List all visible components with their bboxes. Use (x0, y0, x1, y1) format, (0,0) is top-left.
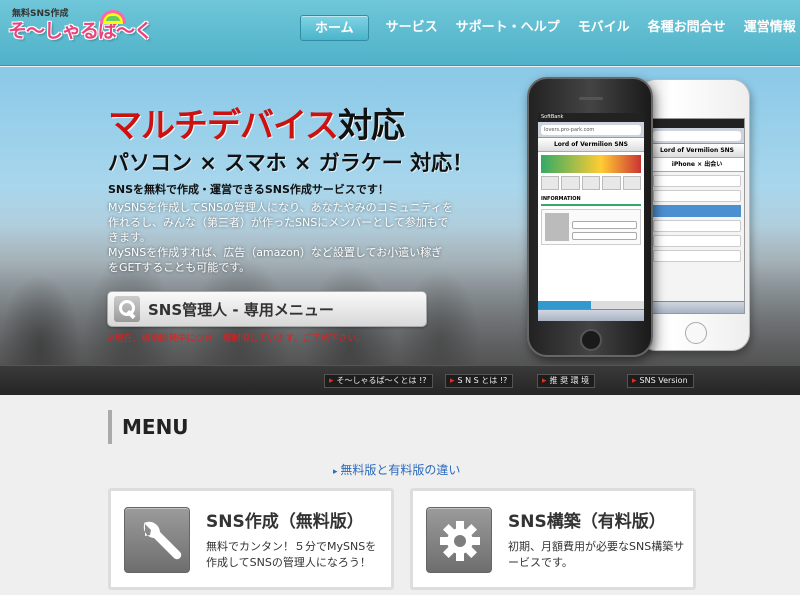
form-row (653, 235, 741, 247)
hero-title-red: マルチデバイス (108, 106, 339, 146)
nav-mobile[interactable]: モバイル (569, 15, 639, 41)
menu-heading: MENU (108, 410, 189, 444)
speaker-icon (579, 97, 603, 100)
site-header: 無料SNS作成 そ〜しゃるぱ〜く ホーム サービス サポート・ヘルプ モバイル … (0, 0, 800, 66)
form-row (653, 220, 741, 232)
logo-name: そ〜しゃるぱ〜く (8, 20, 153, 42)
info-bar: そ〜しゃるぱ〜くとは !? S N S とは !? 推 奨 環 境 SNS Ve… (0, 365, 800, 395)
compare-plans-link[interactable]: 無料版と有料版の違い (333, 461, 460, 478)
phone-toolbar (538, 309, 644, 321)
card-paid-sns[interactable]: SNS構築（有料版） 初期、月額費用が必要なSNS構築サービスです。 (410, 488, 696, 590)
nav-contact[interactable]: 各種お問合せ (639, 15, 735, 41)
phone-black-screen: SoftBank lovers.pro-park.com Lord of Ver… (538, 113, 644, 321)
gear-icon (426, 507, 492, 573)
recommended-env-link[interactable]: 推 奨 環 境 (537, 374, 596, 388)
hero-body-paragraph-1: MySNSを作成してSNSの管理人になり、あなたやみのコミュニティを作れるし、み… (108, 201, 453, 244)
phone-white-screen: Lord of Vermilion SNS iPhone × 出会い (649, 118, 745, 314)
status-bar (650, 119, 744, 128)
hero-title-dark: 対応 (337, 106, 405, 146)
nav-home[interactable]: ホーム (300, 15, 369, 41)
form-row (653, 175, 741, 187)
admin-menu-button[interactable]: SNS管理人 - 専用メニュー (107, 291, 427, 327)
phone-black-mockup: SoftBank lovers.pro-park.com Lord of Ver… (527, 77, 653, 357)
key-icon (114, 296, 140, 322)
phone-toolbar (650, 301, 744, 313)
main-nav: ホーム サービス サポート・ヘルプ モバイル 各種お問合せ 運営情報 (300, 15, 800, 41)
phone-banner (541, 155, 641, 173)
form-row (653, 190, 741, 202)
phone-white-site-title: Lord of Vermilion SNS (650, 144, 744, 158)
form-header (653, 205, 741, 217)
card-paid-title: SNS構築（有料版） (508, 512, 666, 532)
phone-tabs (538, 301, 644, 309)
hero-banner: マルチデバイス対応 パソコン × スマホ × ガラケー 対応！ SNSを無料で作… (0, 67, 800, 365)
card-paid-desc: 初期、月額費用が必要なSNS構築サービスです。 (508, 540, 685, 569)
url-bar: lovers.pro-park.com (538, 122, 644, 138)
hero-title: マルチデバイス対応 (108, 98, 405, 147)
nav-support-help[interactable]: サポート・ヘルプ (447, 15, 569, 41)
form-row (653, 250, 741, 262)
home-button-icon (580, 329, 602, 351)
nav-services[interactable]: サービス (377, 15, 447, 41)
nav-operator-info[interactable]: 運営情報 (735, 15, 800, 41)
hero-body-paragraph-2: MySNSを作成すれば、広告（amazon）など設置してお小遣い稼ぎをGETする… (108, 246, 443, 274)
hero-body: MySNSを作成してSNSの管理人になり、あなたやみのコミュニティを作れるし、み… (108, 200, 453, 275)
admin-menu-label: SNS管理人 - 専用メニュー (148, 300, 334, 319)
card-free-desc: 無料でカンタン！５分でMySNSを作成してSNSの管理人になろう！ (206, 540, 377, 569)
phone-info-heading: INFORMATION (541, 196, 641, 206)
avatar (545, 213, 569, 241)
site-logo[interactable]: 無料SNS作成 そ〜しゃるぱ〜く (8, 6, 153, 54)
phone-black-site-title: Lord of Vermilion SNS (538, 138, 644, 152)
phone-white-mockup: Lord of Vermilion SNS iPhone × 出会い (638, 79, 750, 351)
hero-description: SNSを無料で作成・運営できるSNS作成サービスです！ (108, 183, 389, 196)
hero-subtitle: パソコン × スマホ × ガラケー 対応！ (108, 151, 474, 175)
dev-notice: ※現在、機能開発中につき一部制限しています。ご了承下さい。 (107, 334, 366, 344)
home-button-icon (685, 322, 707, 344)
card-free-sns[interactable]: SNS作成（無料版） 無料でカンタン！５分でMySNSを作成してSNSの管理人に… (108, 488, 394, 590)
about-socialpark-link[interactable]: そ〜しゃるぱ〜くとは !? (324, 374, 433, 388)
status-bar-carrier: SoftBank (538, 113, 644, 122)
phone-icon-row (541, 176, 642, 190)
url-bar (650, 128, 744, 144)
phone-white-header: iPhone × 出会い (650, 158, 744, 172)
url-text: lovers.pro-park.com (541, 125, 641, 135)
phone-profile-card (541, 209, 641, 245)
about-sns-link[interactable]: S N S とは !? (445, 374, 514, 388)
rainbow-icon (100, 10, 126, 24)
sns-version-link[interactable]: SNS Version (627, 374, 694, 388)
wrench-icon (124, 507, 190, 573)
card-free-title: SNS作成（無料版） (206, 512, 364, 532)
